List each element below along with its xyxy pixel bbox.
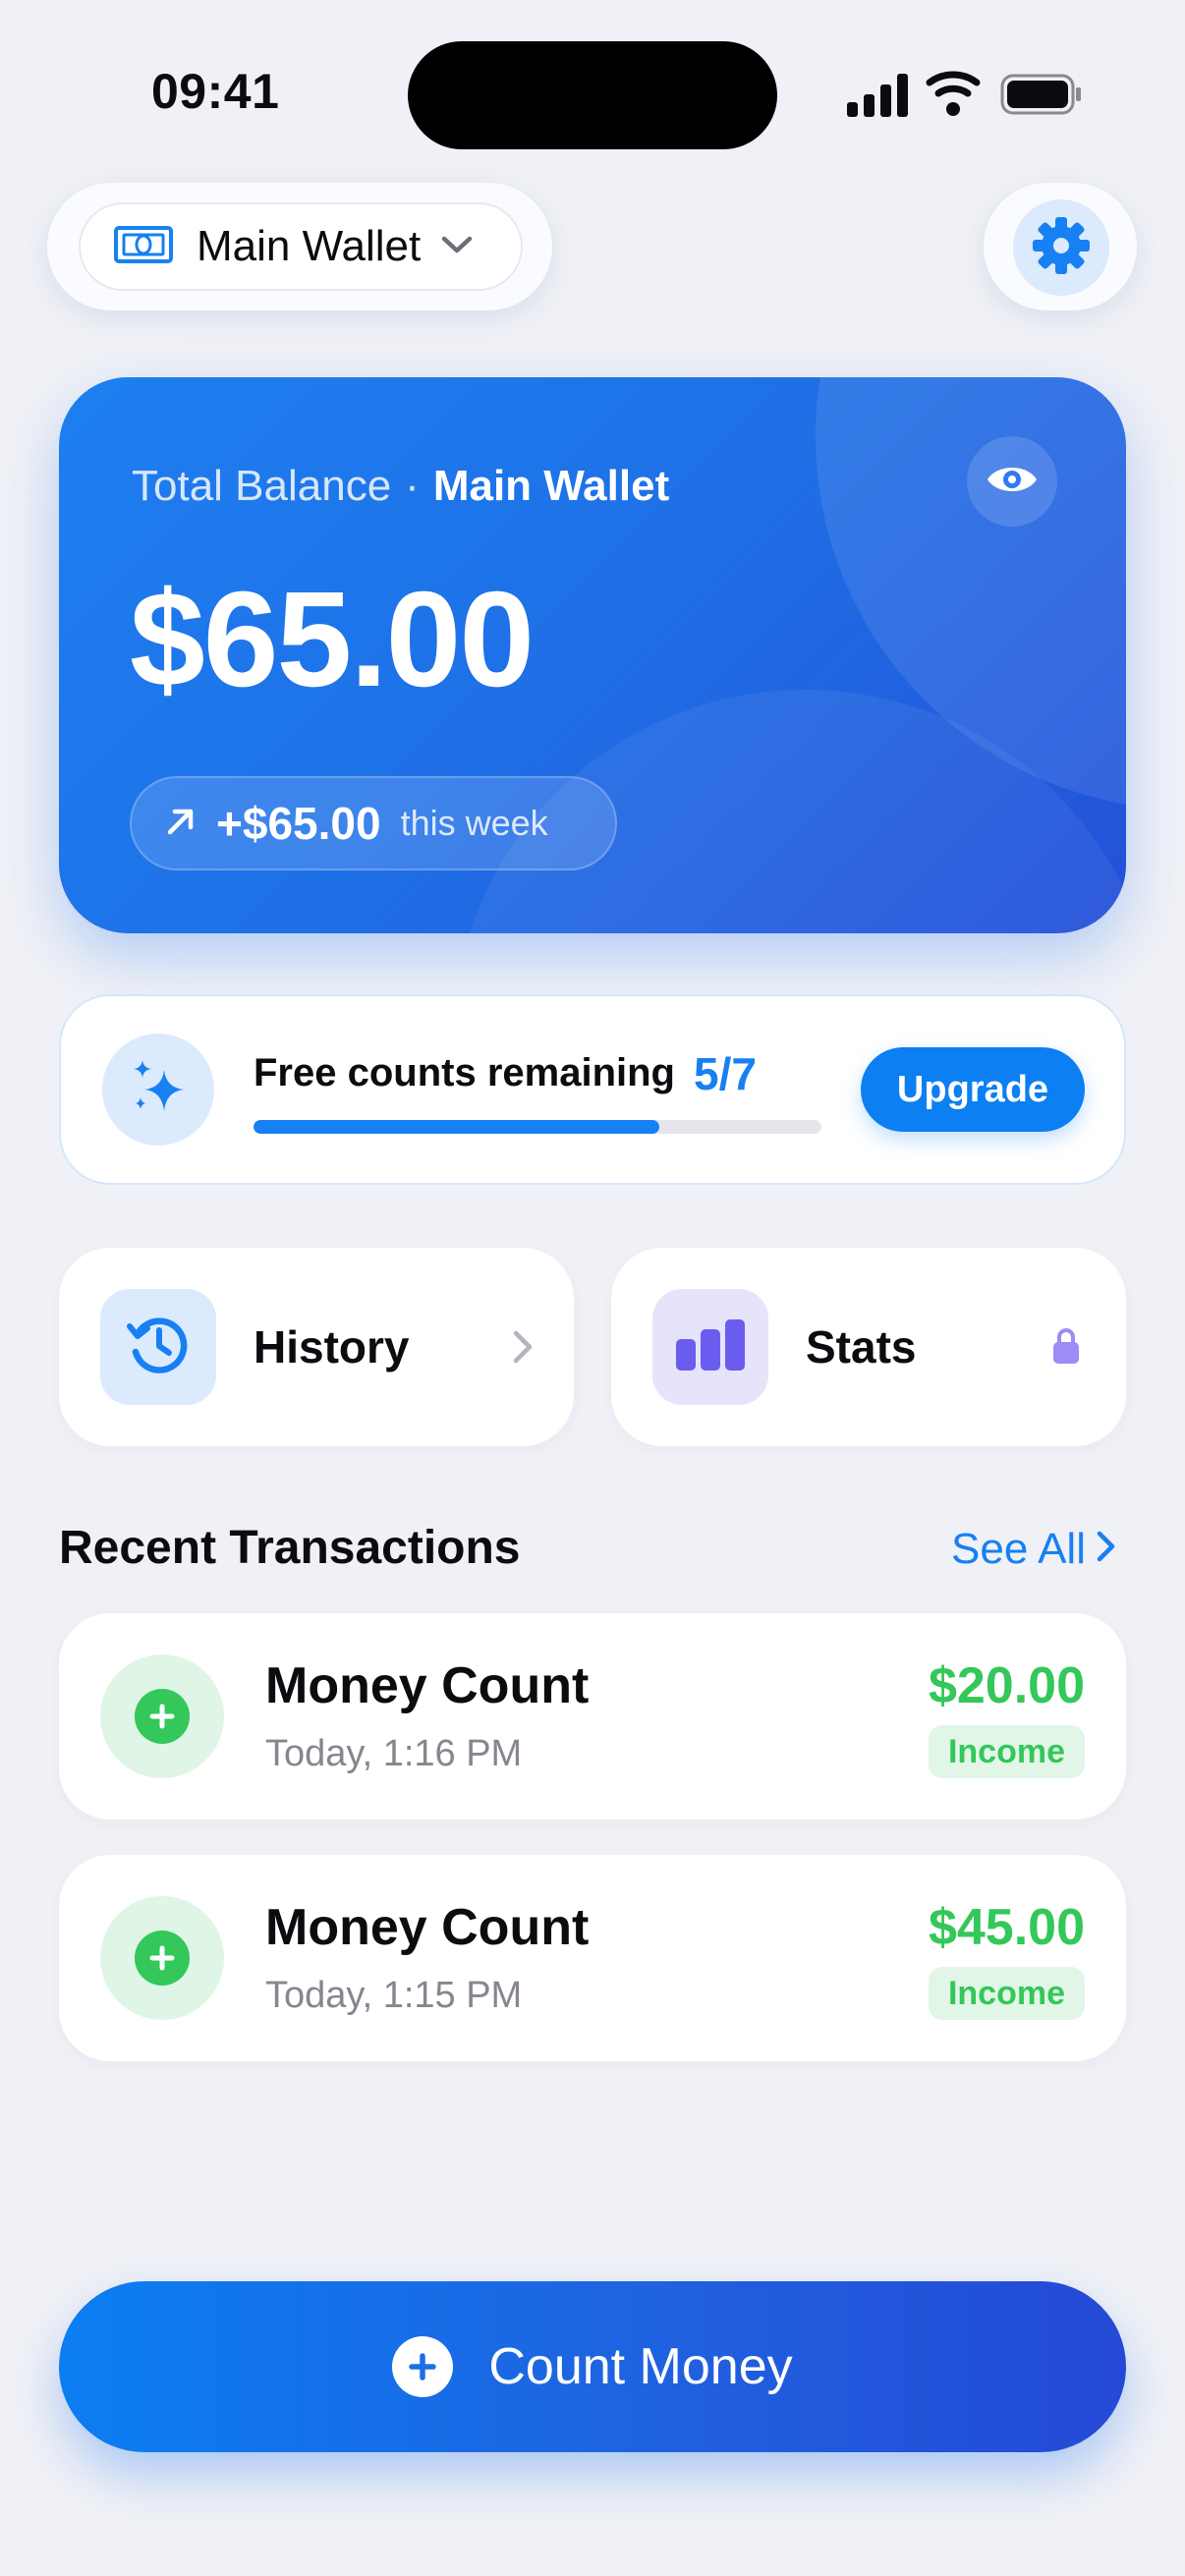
transaction-type-badge: Income — [928, 1967, 1085, 2020]
chevron-right-icon — [1086, 1525, 1117, 1574]
plus-icon — [135, 1931, 190, 1986]
history-icon-wrap — [100, 1289, 216, 1405]
history-label: History — [254, 1321, 410, 1372]
bar-chart-icon — [674, 1317, 747, 1377]
income-icon-wrap — [100, 1896, 224, 2020]
weekly-change-amount: +$65.00 — [216, 798, 381, 849]
transaction-title: Money Count — [265, 1899, 590, 1956]
see-all-label: See All — [951, 1525, 1086, 1573]
balance-amount: $65.00 — [130, 564, 535, 715]
balance-card: Total Balance · Main Wallet $65.00 +$65.00… — [59, 377, 1126, 933]
eye-icon — [986, 462, 1039, 502]
stats-label: Stats — [806, 1321, 917, 1372]
free-counts-card: Free counts remaining 5/7 Upgrade — [59, 994, 1126, 1185]
weekly-change-badge: +$65.00 this week — [130, 776, 617, 870]
free-counts-value: 5/7 — [694, 1048, 757, 1099]
transaction-amount: $45.00 — [928, 1899, 1085, 1956]
sparkles-icon — [131, 1058, 186, 1122]
wallet-selector[interactable]: Main Wallet — [79, 202, 523, 291]
transaction-amount: $20.00 — [928, 1657, 1085, 1714]
transaction-type-badge: Income — [928, 1725, 1085, 1778]
progress-fill — [254, 1120, 659, 1134]
count-money-label: Count Money — [488, 2338, 793, 2395]
see-all-link[interactable]: See All — [951, 1525, 1117, 1574]
clock-history-icon — [126, 1313, 191, 1382]
balance-wallet-name: Main Wallet — [432, 462, 670, 510]
gear-icon — [1031, 215, 1092, 281]
chevron-right-icon — [511, 1328, 535, 1371]
transaction-title: Money Count — [265, 1657, 590, 1714]
free-counts-progress — [254, 1120, 821, 1134]
settings-button[interactable] — [1013, 199, 1109, 296]
toggle-visibility-button[interactable] — [967, 436, 1057, 527]
stats-icon-wrap — [652, 1289, 768, 1405]
title-separator: · — [405, 462, 420, 510]
status-time: 09:41 — [151, 64, 280, 119]
status-icons — [847, 71, 1083, 120]
wifi-icon — [926, 71, 981, 116]
weekly-change-label: this week — [400, 803, 548, 843]
battery-icon — [1000, 74, 1081, 115]
transaction-row[interactable]: Money Count Today, 1:15 PM $45.00 Income — [59, 1855, 1126, 2061]
transaction-date: Today, 1:16 PM — [265, 1733, 523, 1774]
chevron-down-icon — [440, 234, 474, 260]
balance-title-label: Total Balance — [132, 462, 392, 510]
wallet-selector-label: Main Wallet — [197, 222, 422, 270]
free-counts-label: Free counts remaining — [254, 1051, 675, 1094]
arrow-up-right-icon — [165, 806, 197, 842]
history-card[interactable]: History — [59, 1248, 574, 1446]
upgrade-button[interactable]: Upgrade — [861, 1047, 1085, 1132]
transaction-date: Today, 1:15 PM — [265, 1975, 523, 2016]
lock-icon — [1051, 1326, 1081, 1371]
count-money-button[interactable]: Count Money — [59, 2281, 1126, 2452]
signal-icon — [847, 74, 908, 117]
dynamic-island — [408, 41, 777, 149]
free-counts-icon-wrap — [102, 1034, 214, 1146]
plus-circle-icon — [392, 2336, 454, 2397]
stats-card[interactable]: Stats — [611, 1248, 1126, 1446]
wallet-icon — [114, 225, 173, 268]
recent-transactions-title: Recent Transactions — [59, 1522, 521, 1574]
transaction-row[interactable]: Money Count Today, 1:16 PM $20.00 Income — [59, 1613, 1126, 1820]
income-icon-wrap — [100, 1654, 224, 1778]
balance-title: Total Balance · Main Wallet — [132, 462, 669, 511]
plus-icon — [135, 1689, 190, 1744]
